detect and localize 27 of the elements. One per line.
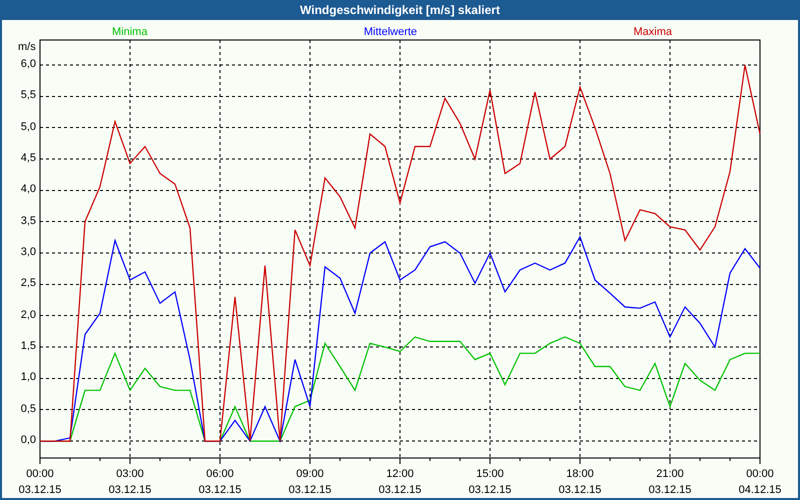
y-tick-label: 1,5 (20, 340, 36, 354)
x-tick-label: 03:00 03.12.15 (108, 467, 152, 498)
x-tick-label: 09:00 03.12.15 (288, 467, 332, 498)
x-tick-label: 15:00 03.12.15 (468, 467, 512, 498)
x-tick-label: 21:00 03.12.15 (648, 467, 692, 498)
x-tick-label: 18:00 03.12.15 (558, 467, 602, 498)
x-tick-label: 00:00 03.12.15 (18, 467, 62, 498)
axis-unit-label: m/s (18, 40, 36, 55)
legend-label: Mittelwerte (364, 25, 418, 40)
x-tick-label: 06:00 03.12.15 (198, 467, 242, 498)
y-tick-label: 3,0 (20, 246, 36, 260)
y-tick-label: 2,5 (20, 277, 36, 290)
y-tick-label: 5,5 (20, 89, 36, 102)
x-tick-label: 12:00 03.12.15 (378, 467, 422, 498)
y-tick-label: 3,5 (20, 214, 36, 228)
window-title: Windgeschwindigkeit [m/s] skaliert (300, 2, 500, 19)
y-tick-label: 4,5 (20, 152, 36, 166)
legend-label: Maxima (633, 25, 672, 40)
y-tick-label: 2,0 (20, 308, 36, 322)
x-tick-label: 00:00 04.12.15 (738, 467, 782, 498)
y-tick-label: 0,0 (20, 434, 36, 448)
y-tick-label: 1,0 (20, 371, 36, 384)
legend-label: Minima (112, 25, 148, 40)
y-tick-label: 4,0 (20, 183, 36, 196)
y-tick-label: 0,5 (20, 402, 36, 416)
y-tick-label: 5,0 (20, 120, 36, 134)
y-tick-label: 6,0 (20, 58, 36, 72)
